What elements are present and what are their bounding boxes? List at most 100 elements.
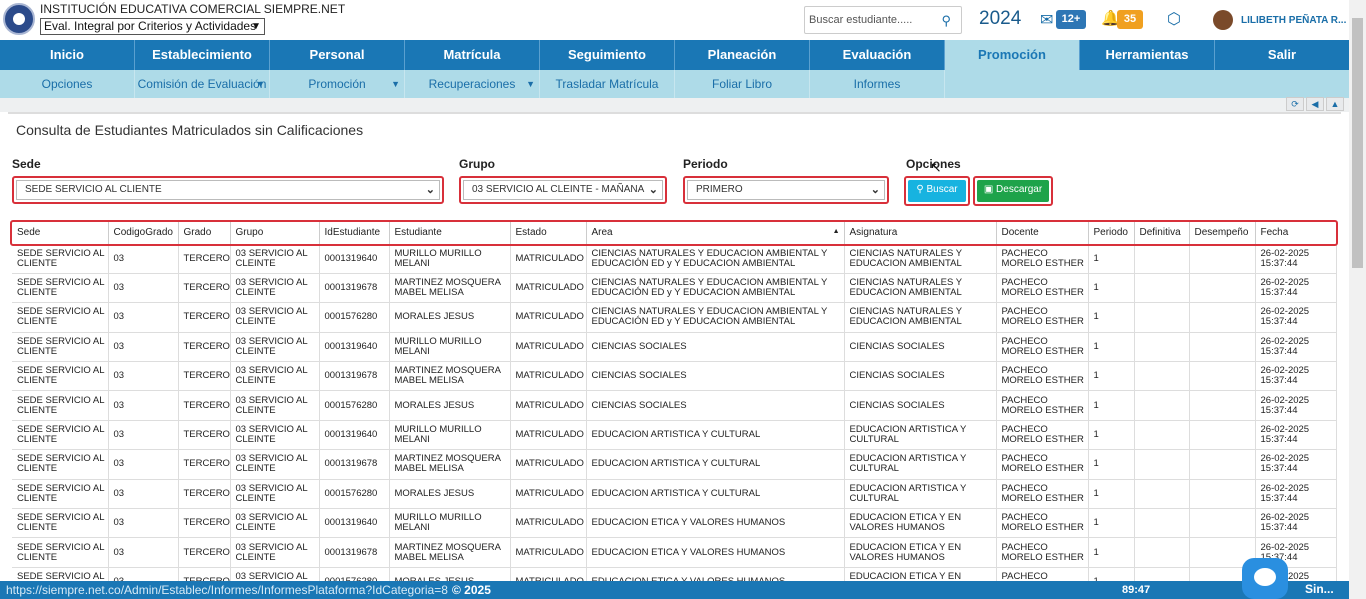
table-cell: PACHECO MORELO ESTHER — [996, 508, 1089, 539]
session-clock: 89:47 — [1122, 584, 1151, 596]
table-cell: 26-02-2025 15:37:44 — [1255, 390, 1337, 421]
table-cell: PACHECO MORELO ESTHER — [996, 479, 1089, 510]
column-header[interactable]: Sede — [12, 222, 109, 245]
scroll-top-icon[interactable]: ▲ — [1326, 97, 1344, 111]
messages-badge[interactable]: 12+ — [1056, 10, 1086, 29]
sort-asc-icon[interactable]: ▲ — [833, 228, 840, 235]
table-cell — [1134, 332, 1190, 363]
sede-select[interactable]: SEDE SERVICIO AL CLIENTE ⌄ — [12, 176, 444, 204]
nav-matricula[interactable]: Matrícula — [405, 40, 540, 70]
table-cell: 26-02-2025 15:37:44 — [1255, 479, 1337, 510]
table-cell: PACHECO MORELO ESTHER — [996, 449, 1089, 480]
column-header[interactable]: Periodo — [1088, 222, 1135, 245]
table-cell: 0001319678 — [319, 273, 390, 304]
column-header[interactable]: Docente — [996, 222, 1089, 245]
periodo-select[interactable]: PRIMERO ⌄ — [683, 176, 889, 204]
nav-salir[interactable]: Salir — [1215, 40, 1350, 70]
table-cell: 1 — [1088, 302, 1135, 333]
table-cell: 26-02-2025 15:37:44 — [1255, 302, 1337, 333]
subnav-label: Comisión de Evaluación — [137, 77, 267, 91]
scrollbar[interactable] — [1349, 0, 1366, 599]
table-cell: 26-02-2025 15:37:44 — [1255, 244, 1337, 274]
table-cell: TERCERO — [178, 244, 231, 274]
column-header[interactable]: Area ▲ — [586, 222, 845, 245]
table-cell: CIENCIAS SOCIALES — [586, 390, 845, 421]
table-cell: MURILLO MURILLO MELANI — [389, 244, 511, 274]
table-cell: 0001319640 — [319, 332, 390, 363]
table-cell: MURILLO MURILLO MELANI — [389, 508, 511, 539]
table-cell — [1134, 449, 1190, 480]
subnav-trasladar[interactable]: Trasladar Matrícula — [540, 70, 675, 98]
search-icon[interactable]: ⚲ — [941, 13, 951, 29]
subnav-foliar[interactable]: Foliar Libro — [675, 70, 810, 98]
subnav-promocion[interactable]: Promoción ▼ — [270, 70, 405, 98]
table-cell — [1134, 479, 1190, 510]
table-cell — [1189, 302, 1256, 333]
table-cell: CIENCIAS SOCIALES — [844, 361, 997, 392]
table-cell — [1134, 390, 1190, 421]
buscar-button[interactable]: ⚲ Buscar — [904, 176, 970, 206]
table-cell: CIENCIAS SOCIALES — [844, 332, 997, 363]
table-cell: MARTINEZ MOSQUERA MABEL MELISA — [389, 361, 511, 392]
periodo-label: Periodo — [683, 157, 728, 171]
table-cell — [1189, 332, 1256, 363]
nav-seguimiento[interactable]: Seguimiento — [540, 40, 675, 70]
module-select[interactable]: Eval. Integral por Criterios y Actividad… — [40, 18, 265, 35]
table-cell: TERCERO — [178, 420, 231, 451]
nav-inicio[interactable]: Inicio — [0, 40, 135, 70]
table-cell: 03 — [108, 273, 179, 304]
back-icon[interactable]: ◀ — [1306, 97, 1324, 111]
sede-select-value: SEDE SERVICIO AL CLIENTE — [25, 184, 162, 195]
table-cell: MATRICULADO — [510, 449, 587, 480]
nav-planeacion[interactable]: Planeación — [675, 40, 810, 70]
column-header[interactable]: CodigoGrado — [108, 222, 179, 245]
copyright: © 2025 — [452, 583, 491, 597]
table-cell — [1134, 361, 1190, 392]
refresh-icon[interactable]: ⟳ — [1286, 97, 1304, 111]
footer-bar: https://siempre.net.co/Admin/Establec/In… — [0, 581, 1349, 599]
year-selector[interactable]: 2024 — [979, 8, 1021, 30]
table-cell: 0001319678 — [319, 361, 390, 392]
table-cell: 1 — [1088, 361, 1135, 392]
table-cell — [1134, 244, 1190, 274]
notifications-badge[interactable]: 35 — [1117, 10, 1143, 29]
column-header[interactable]: IdEstudiante — [319, 222, 390, 245]
nav-promocion[interactable]: Promoción — [945, 40, 1080, 70]
column-header[interactable]: Estudiante — [389, 222, 511, 245]
nav-herramientas[interactable]: Herramientas — [1080, 40, 1215, 70]
table-cell: MURILLO MURILLO MELANI — [389, 332, 511, 363]
user-name[interactable]: LILIBETH PEÑATA R... — [1241, 15, 1346, 26]
subnav-informes[interactable]: Informes — [810, 70, 945, 98]
search-icon: ⚲ — [916, 184, 927, 195]
column-header[interactable]: Grupo — [230, 222, 320, 245]
column-header[interactable]: Grado — [178, 222, 231, 245]
envelope-icon[interactable]: ✉ — [1040, 10, 1053, 30]
table-cell: 0001319640 — [319, 244, 390, 274]
table-cell: CIENCIAS NATURALES Y EDUCACION AMBIENTAL — [844, 302, 997, 333]
table-cell: 03 SERVICIO AL CLEINTE — [230, 508, 320, 539]
table-cell: CIENCIAS SOCIALES — [844, 390, 997, 421]
grupo-select[interactable]: 03 SERVICIO AL CLEINTE - MAÑANA ⌄ — [459, 176, 667, 204]
descargar-button[interactable]: ▣ Descargar — [973, 176, 1053, 206]
column-header[interactable]: Definitiva — [1134, 222, 1190, 245]
main-nav: Inicio Establecimiento Personal Matrícul… — [0, 40, 1350, 70]
nav-personal[interactable]: Personal — [270, 40, 405, 70]
table-cell: 03 SERVICIO AL CLEINTE — [230, 449, 320, 480]
cube-icon[interactable]: ⬡ — [1167, 9, 1181, 29]
scrollbar-thumb[interactable] — [1352, 18, 1363, 268]
column-header[interactable]: Fecha — [1255, 222, 1337, 245]
table-cell: EDUCACION ARTISTICA Y CULTURAL — [586, 479, 845, 510]
student-search-input[interactable]: Buscar estudiante..... ⚲ — [804, 6, 962, 34]
subnav-recuperaciones[interactable]: Recuperaciones ▼ — [405, 70, 540, 98]
nav-establecimiento[interactable]: Establecimiento — [135, 40, 270, 70]
table-cell: 03 SERVICIO AL CLEINTE — [230, 479, 320, 510]
subnav-opciones[interactable]: Opciones — [0, 70, 135, 98]
subnav-comision[interactable]: Comisión de Evaluación ▼ — [135, 70, 270, 98]
column-header[interactable]: Desempeño — [1189, 222, 1256, 245]
table-cell: MARTINEZ MOSQUERA MABEL MELISA — [389, 537, 511, 568]
column-header[interactable]: Estado — [510, 222, 587, 245]
avatar[interactable] — [1213, 10, 1233, 30]
column-header[interactable]: Asignatura — [844, 222, 997, 245]
chat-bubble-icon[interactable] — [1242, 558, 1288, 599]
nav-evaluacion[interactable]: Evaluación — [810, 40, 945, 70]
